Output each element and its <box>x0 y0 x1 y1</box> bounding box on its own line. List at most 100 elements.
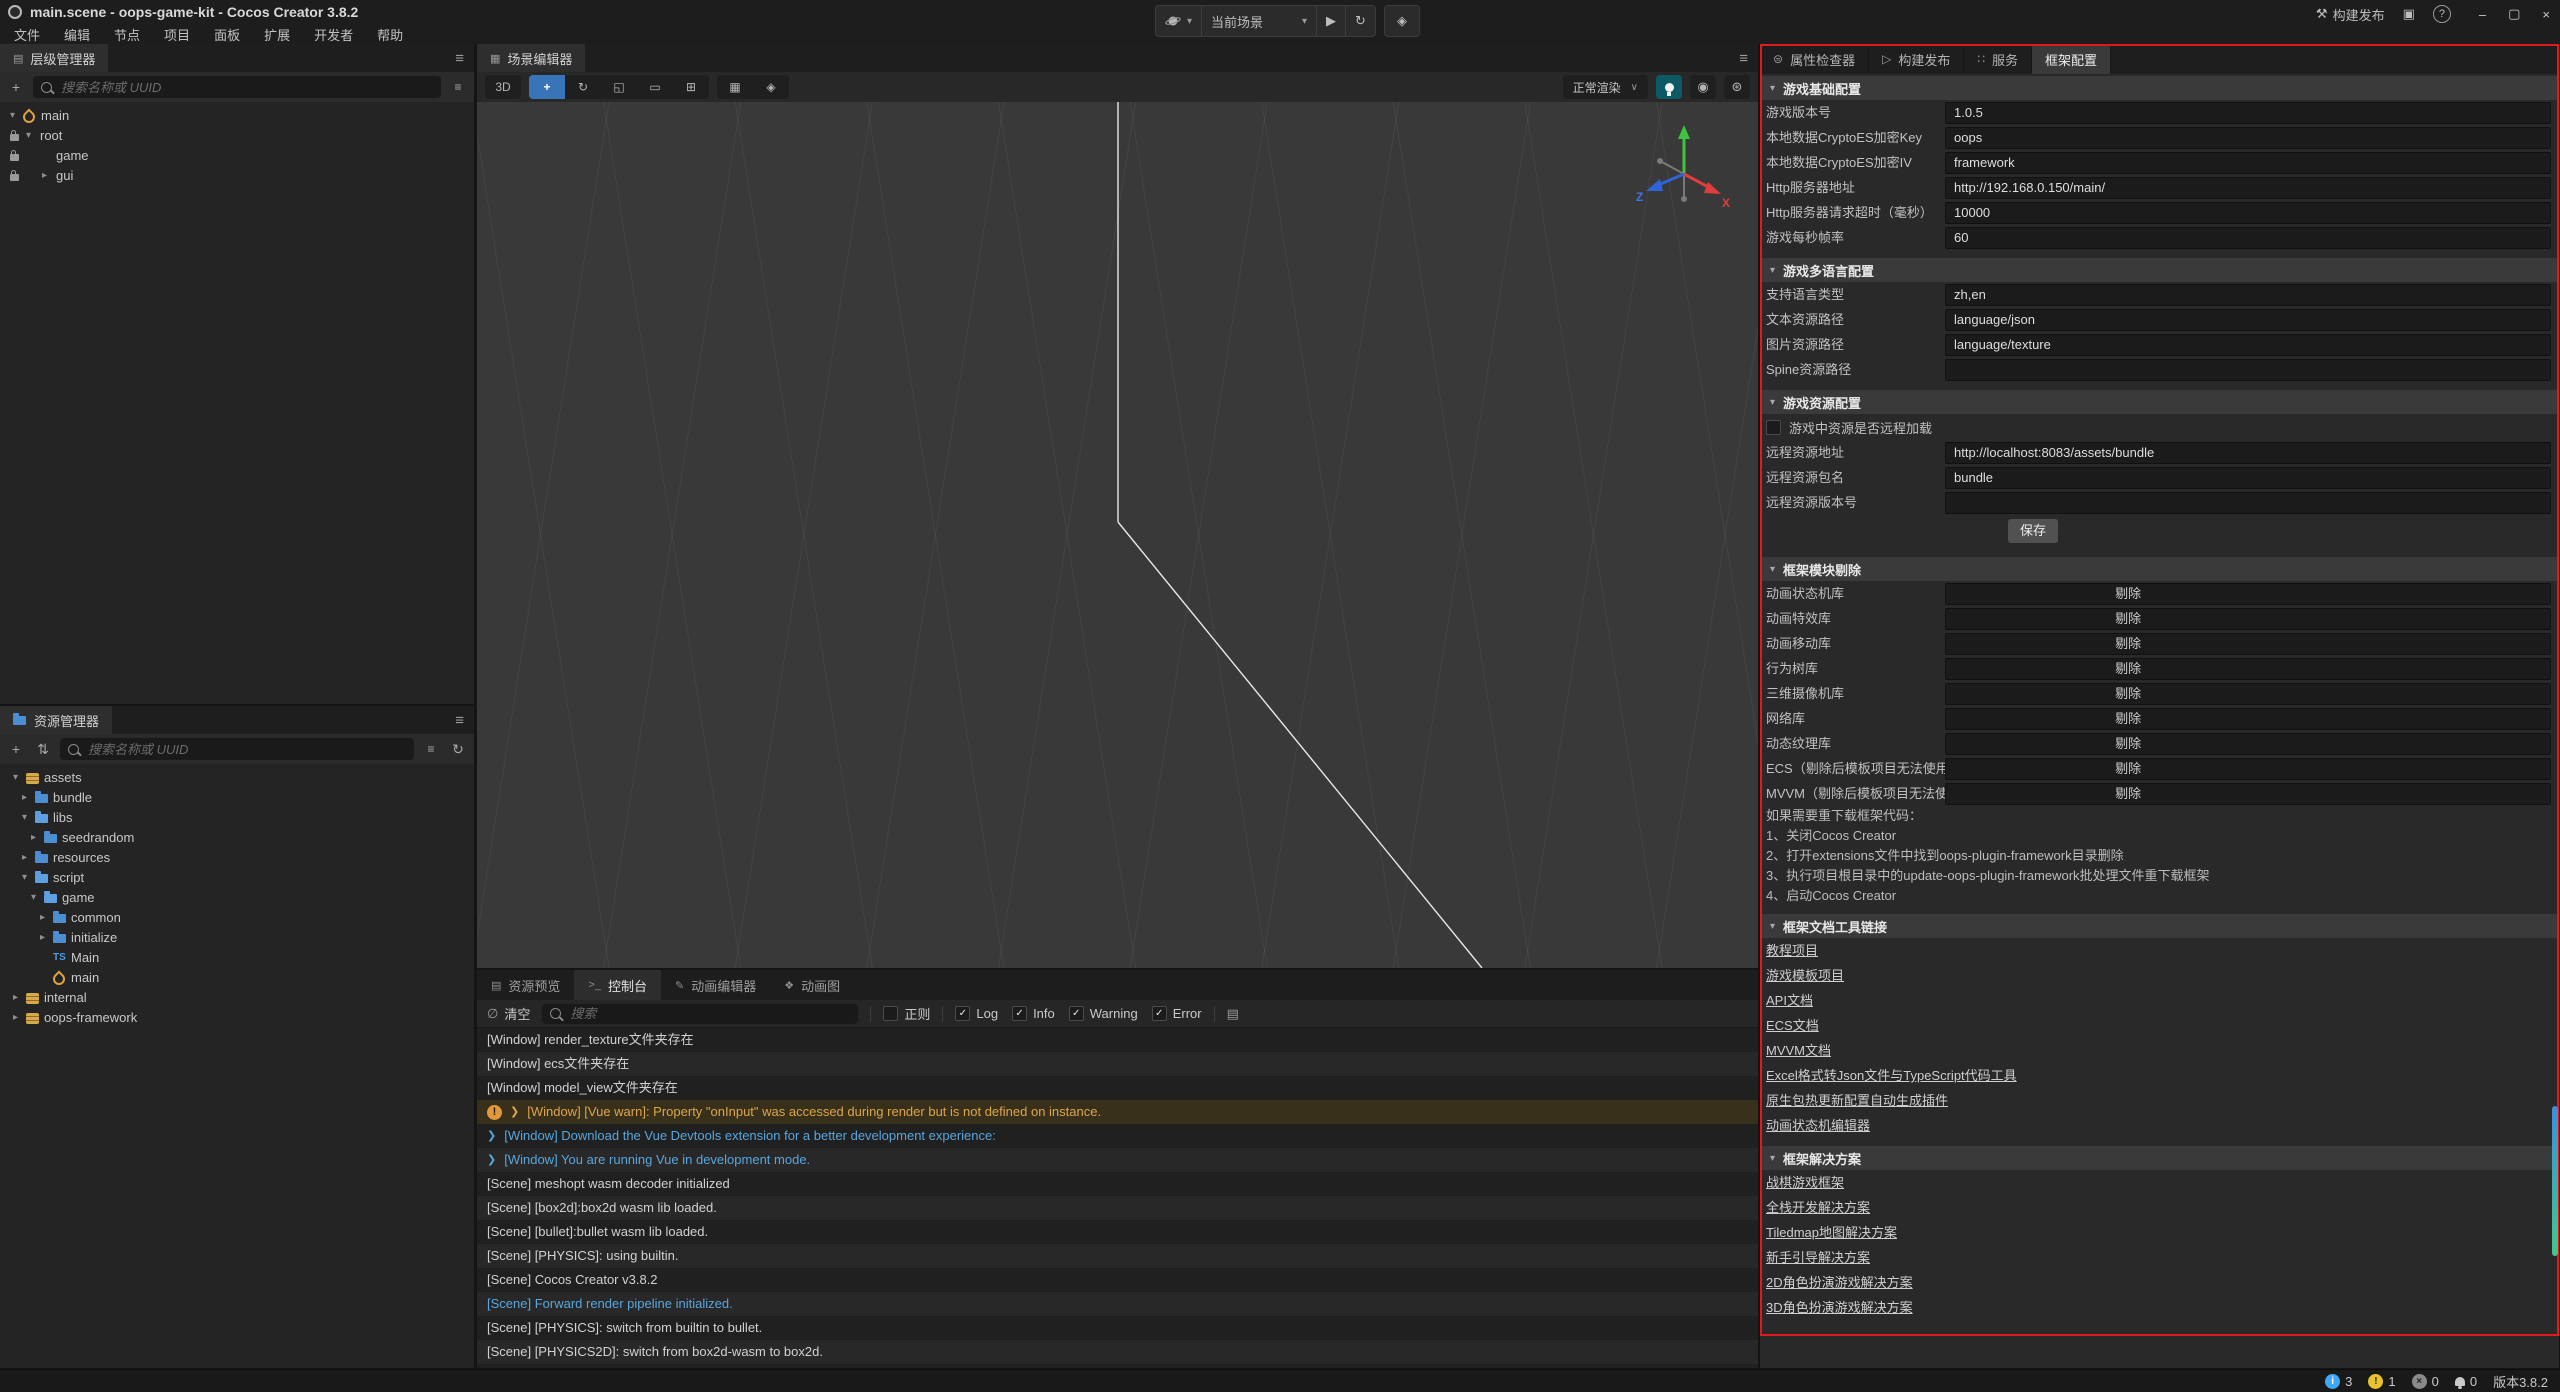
tree-row[interactable]: ▸initialize <box>0 928 474 948</box>
tree-row[interactable]: ▸seedrandom <box>0 828 474 848</box>
log-filter-error[interactable]: ✓Error <box>1152 1006 1202 1021</box>
reload-button[interactable]: ↻ <box>1346 6 1375 36</box>
doc-link[interactable]: 原生包热更新配置自动生成插件 <box>1760 1088 1948 1113</box>
doc-link[interactable]: Tiledmap地图解决方案 <box>1760 1220 1897 1245</box>
sort-icon[interactable]: ⇅ <box>33 741 53 758</box>
panel-menu-icon[interactable]: ≡ <box>455 44 464 72</box>
section-header[interactable]: ▾框架文档工具链接 <box>1760 914 2559 938</box>
property-input[interactable] <box>1945 227 2551 249</box>
property-input[interactable] <box>1945 492 2551 514</box>
doc-link[interactable]: MVVM文档 <box>1760 1038 1831 1063</box>
log-filter-info[interactable]: ✓Info <box>1012 1006 1055 1021</box>
render-mode-select[interactable]: 正常渲染 ∨ <box>1563 75 1648 99</box>
tree-row[interactable]: ▸gui <box>0 166 474 186</box>
tab-构建发布[interactable]: ▷构建发布 <box>1869 44 1964 74</box>
rect-tool-button[interactable]: ▭ <box>637 75 673 99</box>
console-search-input[interactable] <box>568 1005 850 1022</box>
filter-icon[interactable]: ≡ <box>448 80 468 94</box>
console-tab[interactable]: >_控制台 <box>574 970 661 1000</box>
info-count[interactable]: i 3 <box>2325 1374 2352 1389</box>
log-file-icon[interactable]: ▤ <box>1227 1006 1239 1022</box>
create-asset-button[interactable]: + <box>6 741 26 757</box>
anchor-tool-button[interactable]: ⊞ <box>673 75 709 99</box>
menu-item[interactable]: 编辑 <box>52 25 102 44</box>
log-row[interactable]: [Scene] [bullet]:bullet wasm lib loaded. <box>477 1220 1758 1244</box>
tree-row[interactable]: ▾main <box>0 106 474 126</box>
log-row[interactable]: [Window] ecs文件夹存在 <box>477 1052 1758 1076</box>
property-input[interactable] <box>1945 127 2551 149</box>
arrow-expanded-icon[interactable]: ▾ <box>31 888 36 908</box>
arrow-expanded-icon[interactable]: ▾ <box>13 768 18 788</box>
menu-item[interactable]: 扩展 <box>252 25 302 44</box>
arrow-collapsed-icon[interactable]: ▸ <box>40 928 45 948</box>
tree-row[interactable]: ▾root <box>0 126 474 146</box>
log-row[interactable]: [Scene] meshopt wasm decoder initialized <box>477 1172 1758 1196</box>
scene-viewport[interactable]: X Z <box>477 102 1758 968</box>
help-icon[interactable]: ? <box>2433 5 2451 23</box>
warning-count[interactable]: ! 1 <box>2368 1374 2395 1389</box>
doc-link[interactable]: 战棋游戏框架 <box>1760 1170 1844 1195</box>
doc-link[interactable]: Excel格式转Json文件与TypeScript代码工具 <box>1760 1063 2017 1088</box>
property-input[interactable] <box>1945 334 2551 356</box>
property-input[interactable] <box>1945 102 2551 124</box>
close-icon[interactable]: × <box>2542 7 2550 22</box>
checkbox-icon[interactable]: ✓ <box>955 1006 970 1021</box>
menu-item[interactable]: 项目 <box>152 25 202 44</box>
doc-link[interactable]: 游戏模板项目 <box>1760 963 1844 988</box>
tree-row[interactable]: ▸bundle <box>0 788 474 808</box>
property-input[interactable] <box>1945 359 2551 381</box>
checkbox-icon[interactable]: ✓ <box>1012 1006 1027 1021</box>
tree-row[interactable]: ▾script <box>0 868 474 888</box>
platform-select[interactable]: ▾ <box>1156 6 1202 36</box>
doc-link[interactable]: 动画状态机编辑器 <box>1760 1113 1870 1138</box>
remote-load-checkbox-row[interactable]: 游戏中资源是否远程加载 <box>1760 414 2559 440</box>
expand-chevron-icon[interactable]: ❯ <box>487 1148 496 1172</box>
refresh-icon[interactable]: ↻ <box>448 741 468 758</box>
log-row[interactable]: [Scene] [PHYSICS]: using builtin. <box>477 1244 1758 1268</box>
console-search[interactable] <box>542 1004 858 1024</box>
tree-row[interactable]: game <box>0 146 474 166</box>
console-tab[interactable]: ✎动画编辑器 <box>661 970 770 1000</box>
maximize-icon[interactable]: ▢ <box>2508 6 2520 22</box>
log-row[interactable]: ❯[Window] Download the Vue Devtools exte… <box>477 1124 1758 1148</box>
doc-link[interactable]: 教程项目 <box>1760 938 1818 963</box>
tab-assets[interactable]: 资源管理器 <box>0 706 112 734</box>
menu-item[interactable]: 开发者 <box>302 25 365 44</box>
arrow-expanded-icon[interactable]: ▾ <box>22 868 27 888</box>
tree-row[interactable]: ▸resources <box>0 848 474 868</box>
error-count[interactable]: × 0 <box>2412 1374 2439 1389</box>
menu-item[interactable]: 节点 <box>102 25 152 44</box>
notification-count[interactable]: 0 <box>2455 1374 2477 1389</box>
property-input[interactable] <box>1945 467 2551 489</box>
tree-row[interactable]: ▸common <box>0 908 474 928</box>
console-tab[interactable]: ▤资源预览 <box>477 970 574 1000</box>
arrow-collapsed-icon[interactable]: ▸ <box>13 1008 18 1028</box>
section-header[interactable]: ▾框架模块剔除 <box>1760 557 2559 581</box>
tab-框架配置[interactable]: 框架配置 <box>2032 44 2111 74</box>
remove-module-button[interactable]: 剔除 <box>1945 583 2551 605</box>
remove-module-button[interactable]: 剔除 <box>1945 608 2551 630</box>
remove-module-button[interactable]: 剔除 <box>1945 683 2551 705</box>
log-row[interactable]: [Window] model_view文件夹存在 <box>477 1076 1758 1100</box>
doc-link[interactable]: 3D角色扮演游戏解决方案 <box>1760 1295 1913 1320</box>
doc-link[interactable]: ECS文档 <box>1760 1013 1819 1038</box>
doc-link[interactable]: 全栈开发解决方案 <box>1760 1195 1870 1220</box>
play-button[interactable]: ▶ <box>1317 6 1346 36</box>
checkbox-icon[interactable] <box>1766 420 1781 435</box>
tree-row[interactable]: ▸internal <box>0 988 474 1008</box>
scene-select[interactable]: 当前场景 ▾ <box>1202 6 1317 36</box>
panel-menu-icon[interactable]: ≡ <box>1739 44 1748 72</box>
menu-item[interactable]: 面板 <box>202 25 252 44</box>
arrow-collapsed-icon[interactable]: ▸ <box>22 788 27 808</box>
remove-module-button[interactable]: 剔除 <box>1945 633 2551 655</box>
package-icon[interactable]: ▣ <box>2403 6 2415 22</box>
section-header[interactable]: ▾游戏资源配置 <box>1760 390 2559 414</box>
log-row[interactable]: [Scene] Cocos Creator v3.8.2 <box>477 1268 1758 1292</box>
property-input[interactable] <box>1945 309 2551 331</box>
property-input[interactable] <box>1945 177 2551 199</box>
tab-scene-editor[interactable]: ▦ 场景编辑器 <box>477 44 585 72</box>
scrollbar-thumb[interactable] <box>2552 1106 2558 1256</box>
arrow-collapsed-icon[interactable]: ▸ <box>31 828 36 848</box>
log-row[interactable]: [Scene] [box2d]:box2d wasm lib loaded. <box>477 1196 1758 1220</box>
section-header[interactable]: ▾框架解决方案 <box>1760 1146 2559 1170</box>
